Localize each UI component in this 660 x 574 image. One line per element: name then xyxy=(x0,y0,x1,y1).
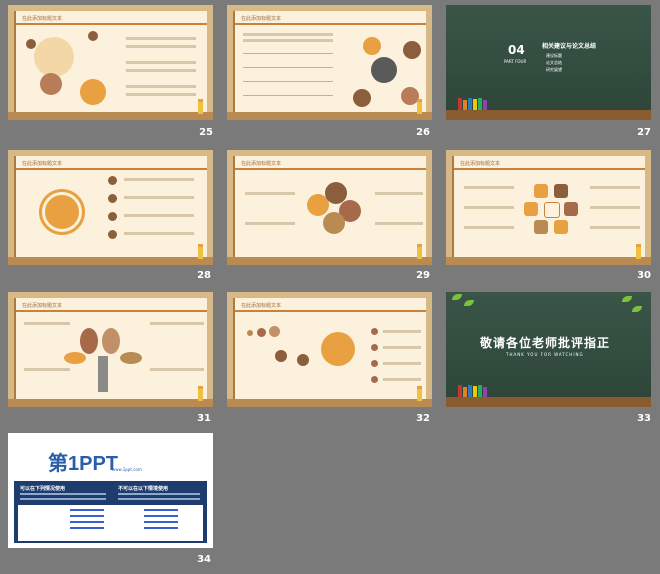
slide-thumbnail-33[interactable]: 敬请各位老师批评指正 THANK YOU FOR WATCHING xyxy=(446,292,651,407)
slide-thumbnail-27[interactable]: 04 PART FOUR 相关建议与论文总结 建议标题 论文总结 研究展望 xyxy=(446,5,651,120)
pencil-icon xyxy=(417,99,422,114)
thanks-title: 敬请各位老师批评指正 xyxy=(480,336,611,350)
right-heading: 不可以在以下情境使用 xyxy=(118,486,169,492)
hex-bulb-icon xyxy=(524,202,538,216)
slide-number: 28 xyxy=(197,270,211,281)
slide-number: 31 xyxy=(197,413,211,424)
pencil-icon xyxy=(198,99,203,114)
edit-icon xyxy=(353,89,371,107)
hand-trunk-icon xyxy=(98,356,108,392)
slide-number: 26 xyxy=(416,127,430,138)
slide-thumbnail-34[interactable]: 第1PPT www.1ppt.com 可以在下列情况使用 不可以在以下情境使用 xyxy=(8,433,213,548)
wallet-circle xyxy=(40,73,62,95)
slide-heading: 在此添加标题文本 xyxy=(241,161,282,167)
info-panel: 可以在下列情况使用 不可以在以下情境使用 xyxy=(14,481,207,543)
heart-icon xyxy=(26,39,36,49)
slide-thumbnail-30[interactable]: 在此添加标题文本 xyxy=(446,150,651,265)
leaf-decoration xyxy=(452,294,462,300)
hex-tower-icon xyxy=(534,220,548,234)
heading-bar xyxy=(16,23,207,25)
brand-url: www.1ppt.com xyxy=(112,467,142,472)
slide-heading: 在此添加标题文本 xyxy=(241,16,282,22)
slide-paper: 在此添加标题文本 xyxy=(14,156,207,257)
petal-04 xyxy=(323,212,345,234)
slide-number: 29 xyxy=(416,270,430,281)
left-heading: 可以在下列情况使用 xyxy=(20,486,66,492)
slide-number: 32 xyxy=(416,413,430,424)
gear-icon xyxy=(403,41,421,59)
heart-icon xyxy=(275,350,287,362)
pencil-icon xyxy=(198,244,203,259)
books-decoration xyxy=(458,98,494,110)
item-badge-4 xyxy=(108,230,117,239)
slide-thumbnail-26[interactable]: 在此添加标题文本 xyxy=(227,5,432,120)
drop-icon xyxy=(297,354,309,366)
slide-paper: 在此添加标题文本 xyxy=(452,156,645,257)
pencil-icon xyxy=(636,244,641,259)
thanks-subtitle: THANK YOU FOR WATCHING xyxy=(506,352,584,357)
slide-paper: 在此添加标题文本 xyxy=(233,11,426,112)
slide-thumbnail-28[interactable]: 在此添加标题文本 xyxy=(8,150,213,265)
leaf-top-left xyxy=(80,328,98,354)
slide-heading: 在此添加标题文本 xyxy=(22,161,63,167)
photo-circle xyxy=(34,37,74,77)
cycle-center xyxy=(371,57,397,83)
leaf-left xyxy=(64,352,86,364)
slide-number: 25 xyxy=(199,127,213,138)
slide-paper: 在此添加标题文本 xyxy=(14,11,207,112)
slide-heading: 在此添加标题文本 xyxy=(22,303,63,309)
slide-number: 27 xyxy=(637,127,651,138)
slide-paper: 在此添加标题文本 xyxy=(233,298,426,399)
slide-heading: 在此添加标题文本 xyxy=(241,303,282,309)
hex-shield-icon xyxy=(554,184,568,198)
hex-grid-icon xyxy=(564,202,578,216)
bulb-icon xyxy=(321,332,355,366)
slide-heading: 在此添加标题文本 xyxy=(460,161,501,167)
target-icon xyxy=(42,192,82,232)
slide-thumbnail-31[interactable]: 在此添加标题文本 xyxy=(8,292,213,407)
section-title: 相关建议与论文总结 xyxy=(542,43,597,50)
pencil-icon xyxy=(198,386,203,401)
hex-center xyxy=(544,202,560,218)
hex-flag-icon xyxy=(554,220,568,234)
bullet-3: 研究展望 xyxy=(546,67,562,72)
item-badge-2 xyxy=(108,194,117,203)
hex-clock-icon xyxy=(534,184,548,198)
leaf-top-right xyxy=(102,328,120,354)
hourglass-icon xyxy=(363,37,381,55)
slide-number: 34 xyxy=(197,554,211,565)
slide-thumbnail-25[interactable]: 在此添加标题文本 xyxy=(8,5,213,120)
slide-paper: 在此添加标题文本 xyxy=(233,156,426,257)
search-icon xyxy=(80,79,106,105)
slide-paper: 在此添加标题文本 xyxy=(14,298,207,399)
pencil-icon xyxy=(417,386,422,401)
leaf-right xyxy=(120,352,142,364)
books-decoration xyxy=(458,385,494,397)
part-label: PART FOUR xyxy=(504,59,527,64)
bullet-2: 论文总结 xyxy=(546,60,562,65)
pencil-icon xyxy=(417,244,422,259)
item-badge-1 xyxy=(108,176,117,185)
slide-number: 33 xyxy=(637,413,651,424)
slide-thumbnail-29[interactable]: 在此添加标题文本 xyxy=(227,150,432,265)
slide-thumbnail-32[interactable]: 在此添加标题文本 xyxy=(227,292,432,407)
bullet-1: 建议标题 xyxy=(546,53,562,58)
slide-number: 30 xyxy=(637,270,651,281)
part-number: 04 xyxy=(508,43,525,57)
pen-icon xyxy=(88,31,98,41)
slide-heading: 在此添加标题文本 xyxy=(22,16,63,22)
item-badge-3 xyxy=(108,212,117,221)
brand-logo: 第1PPT xyxy=(48,453,119,475)
